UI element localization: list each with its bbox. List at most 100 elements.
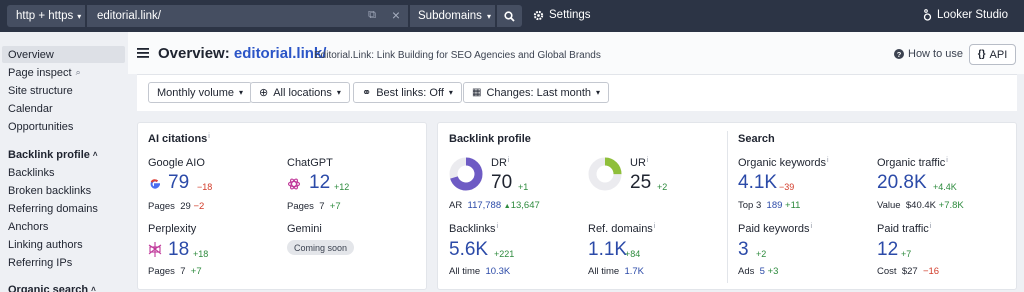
- braces-icon: {}: [977, 49, 986, 60]
- sidebar-item-linking-authors[interactable]: Linking authors: [2, 236, 125, 253]
- organic-traffic-value[interactable]: 20.8K: [877, 172, 927, 194]
- best-links-filter[interactable]: ⚭ Best links: Off ▾: [353, 82, 462, 103]
- sidebar-item-label: Referring domains: [8, 202, 98, 215]
- backlinks-all-time: All time 10.3K: [449, 266, 510, 277]
- sidebar-item-page-inspect[interactable]: Page inspect ⌕: [2, 64, 125, 81]
- sidebar-item-label: Calendar: [8, 102, 53, 115]
- title-domain[interactable]: editorial.link/: [234, 45, 327, 62]
- globe-icon: ⊕: [259, 87, 269, 99]
- sidebar-item-backlinks[interactable]: Backlinks: [2, 164, 125, 181]
- info-icon[interactable]: i: [946, 157, 948, 164]
- google-aio-pages: Pages 29 −2: [148, 201, 204, 212]
- ref-domains-label: Ref. domainsi: [588, 223, 655, 235]
- close-icon[interactable]: ×: [392, 7, 400, 23]
- sidebar-item-label: Backlinks: [8, 166, 55, 179]
- looker-studio-button[interactable]: Looker Studio: [923, 9, 1008, 21]
- google-aio-value[interactable]: 79: [168, 172, 189, 194]
- sidebar-section-backlink-profile[interactable]: Backlink profile ˄: [2, 146, 125, 163]
- protocol-select[interactable]: http + https ▾: [7, 5, 85, 27]
- sidebar-item-label: Opportunities: [8, 120, 74, 133]
- all-time-label: All time: [588, 266, 620, 277]
- protocol-label: http + https: [16, 10, 74, 22]
- pages-value[interactable]: 7: [319, 201, 324, 212]
- sidebar-section-label: Organic search: [8, 283, 89, 292]
- organic-keywords-label: Organic keywordsi: [738, 157, 829, 169]
- sidebar-item-broken-backlinks[interactable]: Broken backlinks: [2, 182, 125, 199]
- traffic-value-delta: +7.8K: [938, 200, 964, 211]
- all-time-value[interactable]: 1.7K: [624, 266, 644, 277]
- info-icon[interactable]: i: [208, 133, 210, 140]
- ads-label: Ads: [738, 266, 755, 277]
- paid-traffic-value[interactable]: 12: [877, 239, 898, 261]
- paid-keywords-label: Paid keywordsi: [738, 223, 812, 235]
- ur-ring-chart: [588, 157, 622, 191]
- chatgpt-label: ChatGPT: [287, 157, 333, 169]
- url-input[interactable]: editorial.link/ ⧉ ×: [87, 5, 408, 27]
- cost-label: Cost: [877, 266, 897, 277]
- sidebar-section-organic-search[interactable]: Organic search ˄: [2, 281, 125, 292]
- svg-text:?: ?: [897, 50, 902, 59]
- pages-value[interactable]: 7: [180, 266, 185, 277]
- changes-filter[interactable]: ▦ Changes: Last month ▾: [463, 82, 610, 103]
- info-icon[interactable]: i: [496, 223, 498, 230]
- api-button[interactable]: {} API: [969, 44, 1016, 65]
- sidebar-item-referring-ips[interactable]: Referring IPs: [2, 254, 125, 271]
- backlinks-value[interactable]: 5.6K: [449, 239, 488, 261]
- all-time-value[interactable]: 10.3K: [485, 266, 510, 277]
- perplexity-delta: +18: [193, 249, 209, 259]
- info-icon[interactable]: i: [930, 223, 932, 230]
- sidebar-item-label: Broken backlinks: [8, 184, 92, 197]
- info-icon[interactable]: i: [827, 157, 829, 164]
- sidebar-item-overview[interactable]: Overview: [2, 46, 125, 63]
- traffic-value-amount: $40.4K: [905, 200, 936, 211]
- ar-value[interactable]: 117,788: [467, 200, 501, 211]
- volume-filter[interactable]: Monthly volume ▾: [148, 82, 253, 103]
- perplexity-value[interactable]: 18: [168, 239, 189, 261]
- traffic-value-label: Value: [877, 200, 901, 211]
- chatgpt-icon: [287, 178, 301, 190]
- how-to-use-link[interactable]: ? How to use: [894, 48, 963, 60]
- paid-keywords-delta: +2: [756, 249, 767, 259]
- chevron-down-icon: ▾: [239, 88, 244, 97]
- ref-domains-value[interactable]: 1.1K: [588, 239, 627, 261]
- organic-keywords-value[interactable]: 4.1K: [738, 172, 777, 194]
- info-icon[interactable]: i: [647, 157, 649, 164]
- chatgpt-pages: Pages 7 +7: [287, 201, 341, 212]
- sidebar-item-opportunities[interactable]: Opportunities: [2, 118, 125, 135]
- info-icon[interactable]: i: [654, 223, 656, 230]
- organic-traffic-label: Organic traffici: [877, 157, 948, 169]
- sidebar-item-anchors[interactable]: Anchors: [2, 218, 125, 235]
- locations-filter[interactable]: ⊕ All locations ▾: [250, 82, 350, 103]
- paid-traffic-label-text: Paid traffic: [877, 223, 929, 235]
- chatgpt-value[interactable]: 12: [309, 172, 330, 194]
- info-icon[interactable]: i: [811, 223, 813, 230]
- paid-keywords-value[interactable]: 3: [738, 239, 749, 261]
- search-button[interactable]: [497, 5, 522, 27]
- ur-label-text: UR: [630, 157, 646, 169]
- sidebar-item-calendar[interactable]: Calendar: [2, 100, 125, 117]
- menu-icon[interactable]: [137, 48, 149, 58]
- ads-value[interactable]: 5: [760, 266, 765, 277]
- ur-value: 25: [630, 172, 652, 193]
- gemini-label: Gemini: [287, 223, 322, 235]
- backlink-profile-title: Backlink profile: [449, 133, 531, 145]
- volume-filter-label: Monthly volume: [157, 86, 235, 99]
- pages-label: Pages: [148, 201, 175, 212]
- question-icon: ?: [894, 49, 904, 59]
- top3-label: Top 3: [738, 200, 762, 211]
- looker-icon: [923, 9, 932, 21]
- scope-select[interactable]: Subdomains ▾: [410, 5, 495, 27]
- triangle-up-icon: ▲: [503, 203, 511, 210]
- url-value: editorial.link/: [97, 10, 161, 22]
- paid-keywords-label-text: Paid keywords: [738, 223, 810, 235]
- sidebar-item-referring-domains[interactable]: Referring domains: [2, 200, 125, 217]
- pages-value[interactable]: 29: [180, 201, 191, 212]
- chevron-down-icon: ▾: [596, 88, 601, 97]
- top3-value[interactable]: 189: [767, 200, 783, 211]
- settings-button[interactable]: Settings: [533, 9, 591, 21]
- search-icon: ⌕: [75, 67, 81, 77]
- info-icon[interactable]: i: [508, 157, 510, 164]
- sidebar-item-site-structure[interactable]: Site structure: [2, 82, 125, 99]
- chevron-up-icon: ˄: [91, 285, 96, 292]
- external-link-icon[interactable]: ⧉: [368, 9, 376, 22]
